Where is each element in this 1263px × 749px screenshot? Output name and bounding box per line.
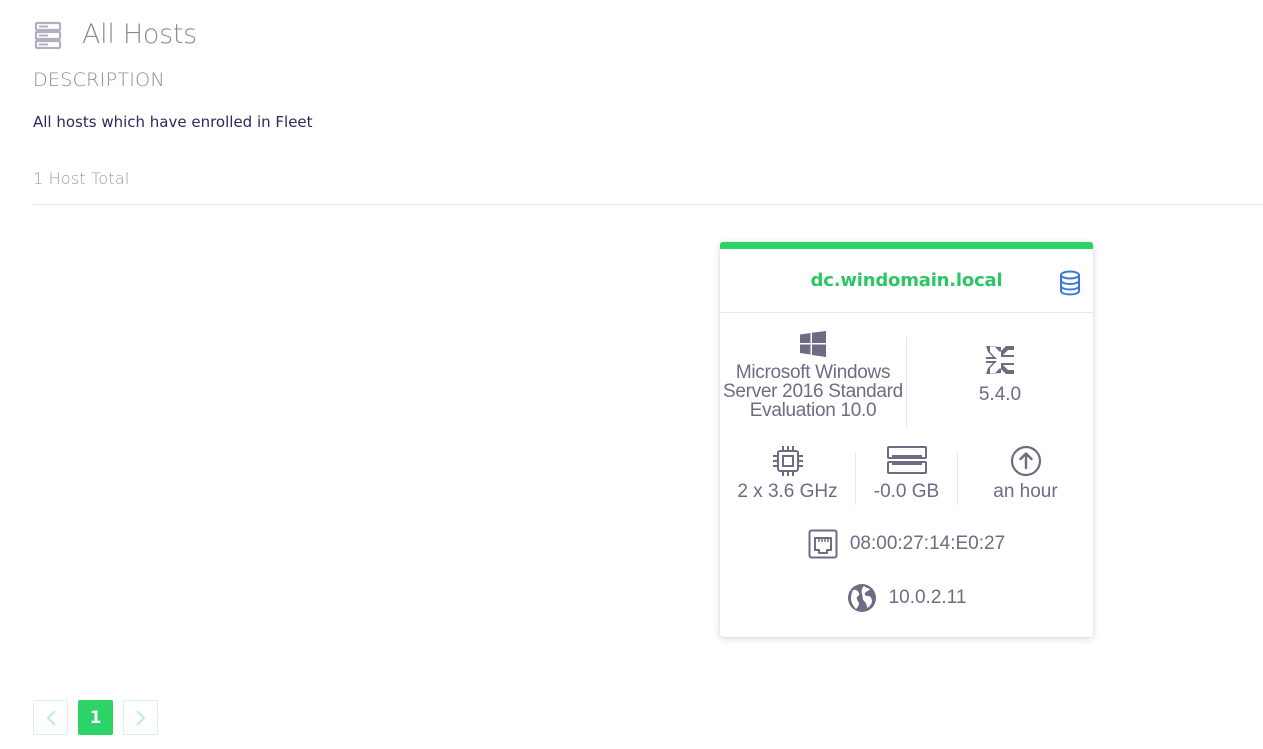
os-name-line-3: Evaluation 10.0 bbox=[749, 400, 877, 421]
host-total-count: 1 Host Total bbox=[33, 169, 130, 188]
memory-icon bbox=[886, 446, 927, 474]
description-text: All hosts which have enrolled in Fleet bbox=[33, 113, 313, 131]
os-name-line-2: Server 2016 Standard bbox=[723, 381, 903, 402]
osquery-info: 5.4.0 bbox=[907, 331, 1093, 423]
server-stack-icon bbox=[34, 21, 62, 49]
next-page-button[interactable] bbox=[123, 700, 158, 735]
previous-page-button[interactable] bbox=[33, 700, 68, 735]
host-name-link[interactable]: dc.windomain.local bbox=[811, 270, 1003, 291]
chevron-right-icon bbox=[135, 709, 145, 726]
mac-address: 08:00:27:14:E0:27 bbox=[849, 533, 1006, 554]
uptime-info: an hour bbox=[958, 445, 1093, 510]
cpu-info: 2 x 3.6 GHz bbox=[720, 445, 855, 510]
os-info: Microsoft Windows Server 2016 Standard E… bbox=[720, 331, 906, 423]
ip-address-row: 10.0.2.11 bbox=[720, 583, 1093, 613]
ip-address: 10.0.2.11 bbox=[888, 587, 967, 608]
pagination: 1 bbox=[33, 700, 168, 735]
mac-address-row: 08:00:27:14:E0:27 bbox=[720, 529, 1093, 559]
page-number-button[interactable]: 1 bbox=[78, 700, 113, 735]
host-card[interactable]: dc.windomain.local Microsoft Windows Ser… bbox=[720, 242, 1093, 637]
os-name-line-1: Microsoft Windows bbox=[735, 362, 891, 383]
database-icon[interactable] bbox=[1059, 270, 1081, 296]
globe-icon bbox=[847, 584, 876, 612]
page-title: All Hosts bbox=[82, 19, 197, 50]
osquery-version: 5.4.0 bbox=[978, 384, 1022, 405]
cpu-icon bbox=[772, 446, 803, 476]
windows-icon bbox=[800, 331, 826, 357]
osquery-icon bbox=[986, 346, 1014, 374]
memory-value: -0.0 GB bbox=[873, 481, 940, 502]
description-label: DESCRIPTION bbox=[33, 69, 165, 91]
cpu-value: 2 x 3.6 GHz bbox=[737, 481, 838, 502]
host-card-header: dc.windomain.local bbox=[720, 249, 1093, 313]
ethernet-port-icon bbox=[808, 529, 838, 559]
memory-info: -0.0 GB bbox=[856, 445, 957, 510]
divider bbox=[33, 204, 1263, 205]
chevron-left-icon bbox=[46, 709, 56, 726]
page-header: All Hosts bbox=[34, 18, 197, 52]
uptime-arrow-up-icon bbox=[1010, 445, 1041, 477]
uptime-value: an hour bbox=[993, 481, 1058, 502]
